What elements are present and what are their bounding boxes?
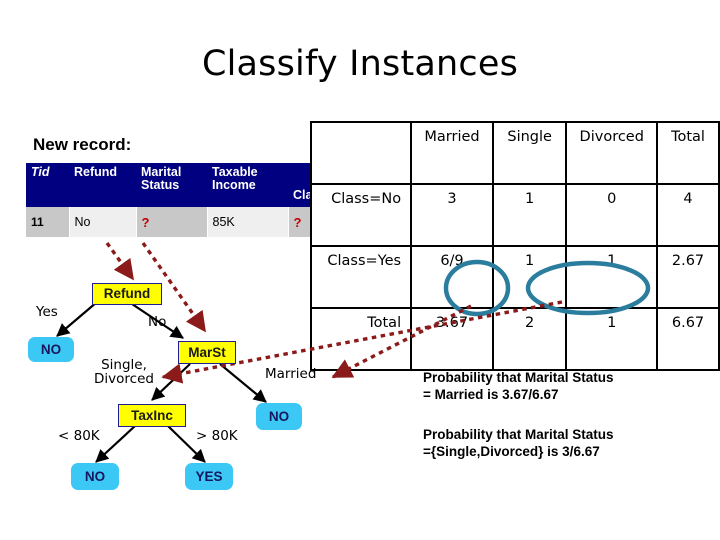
new-record-cell-marital-status: ? (136, 207, 208, 237)
edge-label-gt-80k: > 80K (196, 428, 238, 444)
contingency-col-total: Total (656, 121, 720, 185)
contingency-cell-total-total: 6.67 (656, 307, 720, 371)
new-record-col-marital-status: Marital Status (136, 163, 207, 207)
contingency-cell-no-total: 4 (656, 183, 720, 247)
new-record-col-taxable-income: Taxable Income (207, 163, 288, 207)
tree-node-refund[interactable]: Refund (92, 283, 162, 305)
edge-label-married: Married (265, 366, 317, 382)
tree-leaf-married[interactable]: NO (256, 403, 302, 430)
contingency-cell-yes-divorced: 1 (565, 245, 659, 309)
contingency-table: Married Single Divorced Total Class=No 3… (309, 121, 720, 371)
table-row: Class=Yes 6/9 1 1 2.67 (309, 245, 720, 309)
tree-leaf-lt-80k[interactable]: NO (71, 463, 119, 490)
new-record-col-refund: Refund (69, 163, 136, 207)
contingency-cell-no-married: 3 (410, 183, 494, 247)
contingency-row-label-total: Total (309, 307, 413, 371)
new-record-header-row: Tid Refund Marital Status Taxable Income… (26, 163, 347, 207)
new-record-col-tid: Tid (26, 163, 69, 207)
probability-single-divorced-line-2: ={Single,Divorced} is 3/6.67 (423, 443, 600, 459)
contingency-header-row: Married Single Divorced Total (309, 121, 720, 185)
contingency-cell-total-married: 3.67 (410, 307, 494, 371)
tree-leaf-refund-yes[interactable]: NO (28, 337, 74, 362)
edge-label-no: No (148, 314, 167, 330)
page-title: Classify Instances (201, 44, 519, 84)
probability-single-divorced-text: Probability that Marital Status ={Single… (423, 427, 713, 460)
probability-married-line-1: Probability that Marital Status (423, 370, 614, 385)
tree-leaf-gt-80k[interactable]: YES (185, 463, 233, 490)
contingency-cell-no-divorced: 0 (565, 183, 659, 247)
new-record-cell-refund: No (69, 207, 137, 237)
contingency-cell-yes-single: 1 (491, 245, 568, 309)
probability-married-text: Probability that Marital Status = Marrie… (423, 370, 713, 403)
contingency-col-divorced: Divorced (565, 121, 659, 185)
edge-label-yes: Yes (36, 304, 58, 320)
tree-node-marst[interactable]: MarSt (178, 341, 236, 364)
arrow-refund (105, 242, 135, 281)
contingency-corner-cell (309, 121, 413, 185)
probability-single-divorced-line-1: Probability that Marital Status (423, 427, 614, 442)
probability-married-line-2: = Married is 3.67/6.67 (423, 386, 559, 402)
tree-node-taxinc[interactable]: TaxInc (118, 404, 186, 427)
edge-label-lt-80k: < 80K (58, 428, 100, 444)
contingency-cell-no-single: 1 (491, 183, 568, 247)
contingency-col-married: Married (410, 121, 494, 185)
contingency-cell-yes-total: 2.67 (656, 245, 720, 309)
new-record-table: Tid Refund Marital Status Taxable Income… (26, 163, 348, 237)
edge-label-single-divorced: Single, Divorced (94, 357, 154, 387)
contingency-cell-total-divorced: 1 (565, 307, 659, 371)
contingency-cell-yes-married: 6/9 (410, 245, 494, 309)
contingency-row-label-class-no: Class=No (309, 183, 413, 247)
table-row: Class=No 3 1 0 4 (309, 183, 720, 247)
slide-canvas: Classify Instances New record: Tid Refun… (0, 0, 720, 540)
contingency-row-label-class-yes: Class=Yes (309, 245, 413, 309)
new-record-label: New record: (33, 135, 132, 154)
new-record-cell-tid: 11 (26, 207, 70, 237)
new-record-data-row: 11 No ? 85K ? (26, 207, 348, 237)
new-record-cell-taxable-income: 85K (207, 207, 289, 237)
contingency-cell-total-single: 2 (491, 307, 568, 371)
contingency-col-single: Single (491, 121, 568, 185)
table-row: Total 3.67 2 1 6.67 (309, 307, 720, 371)
